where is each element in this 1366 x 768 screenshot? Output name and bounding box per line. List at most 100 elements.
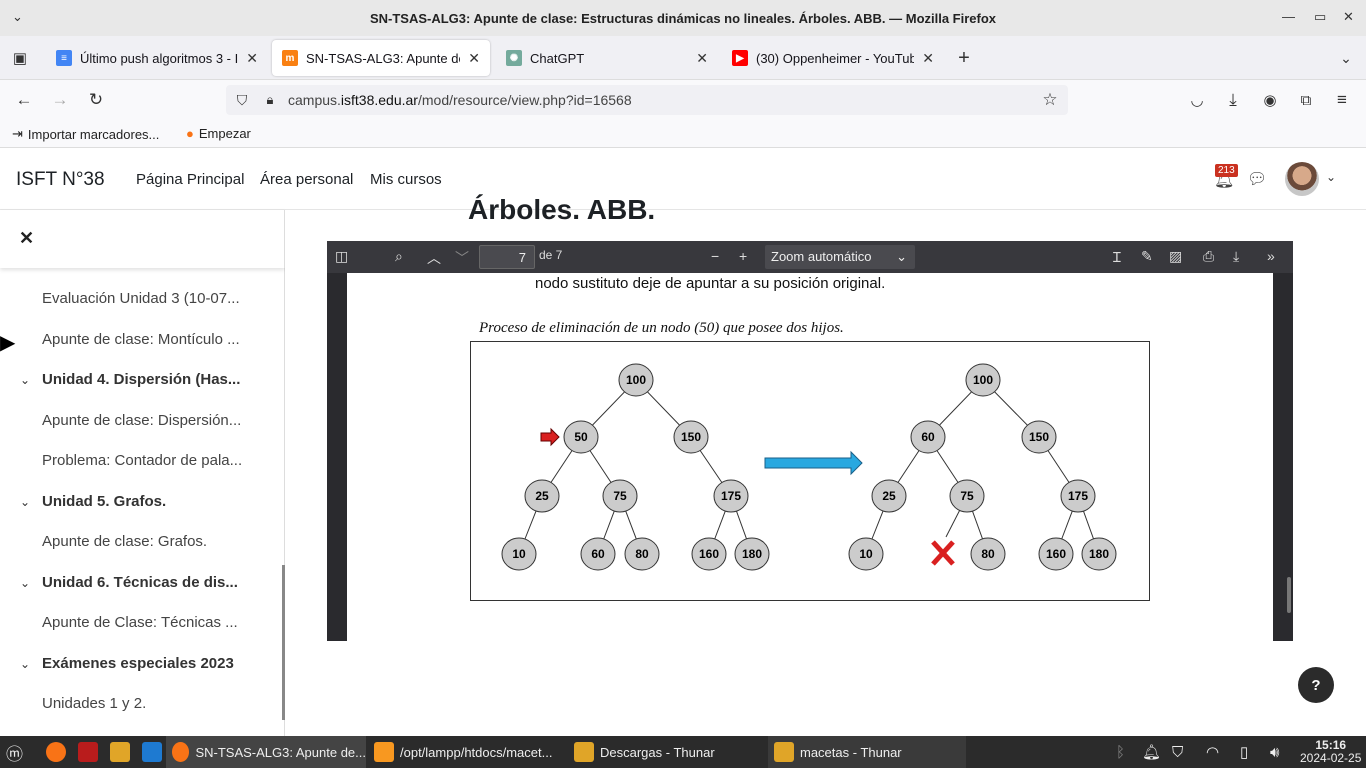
firefox-launcher-icon[interactable]	[46, 736, 72, 768]
downloads-icon[interactable]: ⤓	[1221, 88, 1245, 112]
reload-icon[interactable]: ↻	[84, 88, 108, 112]
section-chevron-icon[interactable]: ⌄	[20, 576, 30, 590]
tab-youtube[interactable]: ▶ (30) Oppenheimer - YouTub ✕	[722, 40, 944, 76]
drawer-item[interactable]: Apunte de clase: Grafos.	[42, 533, 247, 550]
maximize-icon[interactable]: ▭	[1314, 9, 1326, 25]
svg-text:25: 25	[882, 489, 896, 503]
draw-icon[interactable]: ✎	[1141, 248, 1153, 265]
minimize-icon[interactable]: —	[1282, 9, 1295, 24]
lock-icon[interactable]: 🔒︎	[258, 88, 282, 112]
close-tab-icon[interactable]: ✕	[696, 50, 708, 67]
taskbar-window-firefox[interactable]: SN-TSAS-ALG3: Apunte de...	[166, 736, 366, 768]
removed-node-x-icon	[931, 540, 955, 566]
pdf-scrollbar[interactable]	[1287, 577, 1291, 613]
bookmark-importar[interactable]: ⇥ Importar marcadores...	[12, 126, 159, 142]
clock[interactable]: 15:16 2024-02-25	[1300, 736, 1361, 768]
user-menu-chevron-icon[interactable]: ⌄	[1326, 170, 1336, 184]
start-menu-icon[interactable]: ⓜ	[6, 736, 23, 768]
nav-area-personal[interactable]: Área personal	[260, 171, 353, 188]
volume-icon[interactable]: 🔊︎	[1270, 736, 1279, 768]
bookmark-empezar[interactable]: ● Empezar	[186, 126, 251, 141]
figure-caption: Proceso de eliminación de un nodo (50) q…	[479, 320, 844, 336]
extensions-icon[interactable]: ⧉	[1294, 88, 1318, 112]
section-chevron-icon[interactable]: ⌄	[20, 373, 30, 387]
drawer-section[interactable]: Unidad 6. Técnicas de dis...	[42, 574, 247, 591]
tree-node: 60	[580, 537, 616, 571]
taskbar-window-descargas[interactable]: Descargas - Thunar	[568, 736, 766, 768]
shield-icon[interactable]: ⛉	[230, 88, 254, 112]
svg-text:100: 100	[626, 373, 646, 387]
tree-node: 150	[673, 420, 709, 454]
help-button[interactable]: ?	[1298, 667, 1334, 703]
battery-icon[interactable]: ▯	[1240, 736, 1248, 768]
close-window-icon[interactable]: ✕	[1343, 9, 1354, 25]
shield-update-icon[interactable]: ⛉	[1172, 736, 1183, 768]
sidebar-toggle-icon[interactable]: ◫	[335, 248, 348, 265]
back-icon[interactable]: ←	[12, 88, 36, 112]
folder-icon	[774, 742, 794, 762]
page-number-input[interactable]: 7	[479, 245, 535, 269]
new-tab-icon[interactable]: +	[952, 46, 976, 70]
tree-node: 80	[624, 537, 660, 571]
pocket-icon[interactable]: ◡	[1185, 88, 1209, 112]
taskbar-window-sublime[interactable]: /opt/lampp/htdocs/macet...	[368, 736, 566, 768]
tab-ultimo-push[interactable]: ≡ Último push algoritmos 3 - I ✕	[46, 40, 268, 76]
window-menu-icon[interactable]: ⌄	[12, 9, 23, 25]
tree-node: 160	[1038, 537, 1074, 571]
terminal-launcher-icon[interactable]	[78, 736, 104, 768]
account-icon[interactable]: ◉	[1258, 88, 1282, 112]
zoom-in-icon[interactable]: +	[739, 248, 747, 264]
print-icon[interactable]: ⎙	[1203, 248, 1214, 265]
close-tab-icon[interactable]: ✕	[468, 50, 480, 67]
forward-icon[interactable]: →	[48, 88, 72, 112]
tab-strip: ▣ ≡ Último push algoritmos 3 - I ✕ m SN-…	[0, 36, 1366, 80]
next-page-icon[interactable]: ﹀	[455, 248, 469, 268]
zoom-select[interactable]: Zoom automático ⌄	[765, 245, 915, 269]
address-bar[interactable]: ⛉ 🔒︎ campus.isft38.edu.ar/mod/resource/v…	[226, 85, 1068, 115]
vscode-launcher-icon[interactable]	[142, 736, 168, 768]
site-brand[interactable]: ISFT N°38	[16, 169, 105, 191]
notifications-icon[interactable]: 🔔︎	[1142, 736, 1161, 768]
tools-icon[interactable]: »	[1267, 248, 1275, 264]
firefox-icon	[172, 742, 190, 762]
youtube-icon: ▶	[732, 50, 748, 66]
tab-chatgpt[interactable]: ✺ ChatGPT ✕	[496, 40, 718, 76]
zoom-out-icon[interactable]: −	[711, 248, 719, 264]
drawer-item[interactable]: Apunte de clase: Montículo ...	[42, 331, 247, 348]
tab-apunte-clase[interactable]: m SN-TSAS-ALG3: Apunte de cl ✕	[272, 40, 490, 76]
messages-icon[interactable]: 💬︎	[1247, 169, 1267, 189]
save-icon[interactable]: ⤓	[1233, 248, 1239, 265]
drawer-item[interactable]: Unidades 1 y 2.	[42, 695, 247, 712]
red-pointer-arrow	[540, 427, 560, 447]
wifi-icon[interactable]: ◠	[1206, 736, 1219, 768]
drawer-item[interactable]: Apunte de Clase: Técnicas ...	[42, 614, 247, 631]
list-tabs-icon[interactable]: ⌄	[1334, 46, 1358, 70]
drawer-item[interactable]: Problema: Contador de pala...	[42, 452, 247, 469]
previous-page-icon[interactable]: ︿	[427, 248, 441, 268]
drawer-section[interactable]: Exámenes especiales 2023	[42, 655, 247, 672]
text-select-icon[interactable]: Ɪ	[1113, 248, 1121, 267]
nav-pagina-principal[interactable]: Página Principal	[136, 171, 244, 188]
taskbar-window-macetas[interactable]: macetas - Thunar	[768, 736, 966, 768]
section-chevron-icon[interactable]: ⌄	[20, 657, 30, 671]
close-drawer-icon[interactable]: ✕	[19, 228, 34, 249]
pdf-search-icon[interactable]: ⌕	[395, 248, 403, 265]
close-tab-icon[interactable]: ✕	[246, 50, 258, 67]
files-launcher-icon[interactable]	[110, 736, 136, 768]
close-tab-icon[interactable]: ✕	[922, 50, 934, 67]
bluetooth-icon[interactable]: ᛒ	[1116, 736, 1125, 768]
add-image-icon[interactable]: ▨	[1169, 248, 1182, 265]
drawer-item[interactable]: Evaluación Unidad 3 (10-07...	[42, 290, 247, 307]
drawer-section[interactable]: Unidad 5. Grafos.	[42, 493, 247, 510]
bookmark-label: Empezar	[198, 126, 251, 141]
tab-overview-icon[interactable]: ▣	[8, 46, 32, 70]
drawer-section[interactable]: Unidad 4. Dispersión (Has...	[42, 371, 247, 388]
bookmark-star-icon[interactable]: ☆	[1038, 88, 1062, 112]
drawer-item[interactable]: Apunte de clase: Dispersión...	[42, 412, 247, 429]
menu-icon[interactable]: ≡	[1330, 88, 1354, 112]
user-avatar[interactable]	[1285, 162, 1319, 196]
tree-diagram: 100 50 150 25 75 175 10 60 80 160 180 100 60 150 25 75 1…	[501, 363, 1117, 571]
section-chevron-icon[interactable]: ⌄	[20, 495, 30, 509]
svg-text:160: 160	[699, 547, 719, 561]
nav-mis-cursos[interactable]: Mis cursos	[370, 171, 442, 188]
